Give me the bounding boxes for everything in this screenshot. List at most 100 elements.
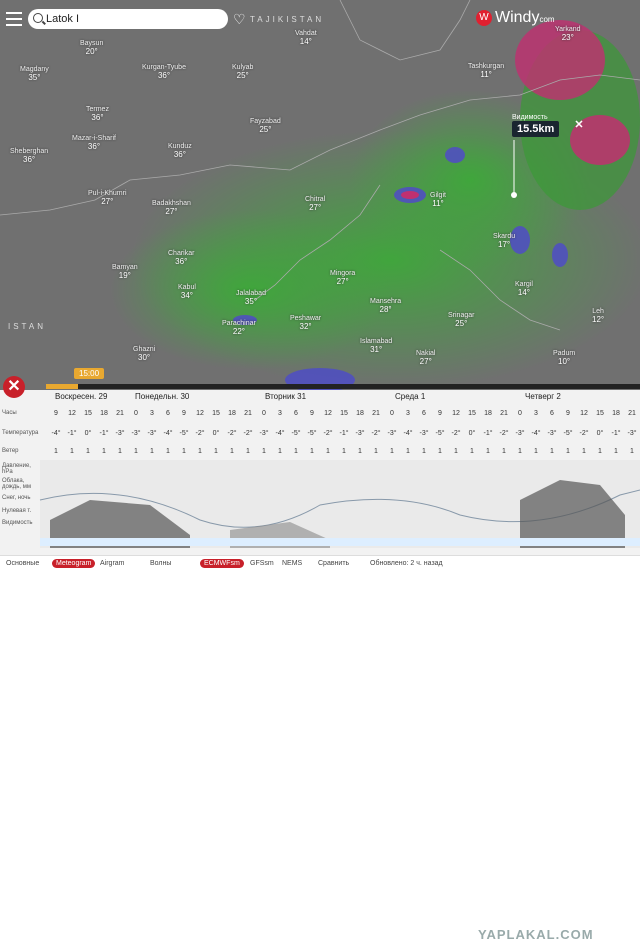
tab-4[interactable]: ECMWFsm <box>200 559 244 568</box>
city-label[interactable]: Tashkurgan 11° <box>468 63 504 79</box>
wind-cell: 1 <box>390 448 394 455</box>
city-label[interactable]: Vahdat 14° <box>295 30 317 46</box>
temperature-cell: -4° <box>403 430 413 437</box>
temperature-cell: -3° <box>115 430 125 437</box>
temperature-cell: -2° <box>195 430 205 437</box>
wind-cell: 1 <box>534 448 538 455</box>
hour-cell: 18 <box>228 410 236 417</box>
city-name: Jalalabad <box>236 290 266 297</box>
wind-cell: 1 <box>310 448 314 455</box>
city-label[interactable]: Yarkand 23° <box>555 26 581 42</box>
city-label[interactable]: Srinagar 25° <box>448 312 474 328</box>
hour-cell: 18 <box>356 410 364 417</box>
city-label[interactable]: Kulyab 25° <box>232 64 253 80</box>
hour-cell: 0 <box>390 410 394 417</box>
city-label[interactable]: Gilgit 11° <box>430 192 446 208</box>
forecast-day[interactable]: Понедельн. 30 <box>135 392 189 401</box>
temperature-cell: -3° <box>259 430 269 437</box>
temperature-cell: -1° <box>611 430 621 437</box>
city-label[interactable]: Ghazni 30° <box>133 346 155 362</box>
city-label[interactable]: Fayzabad 25° <box>250 118 281 134</box>
city-label[interactable]: Sheberghan 36° <box>10 148 48 164</box>
temperature-cell: -4° <box>51 430 61 437</box>
city-label[interactable]: Kunduz 36° <box>168 143 192 159</box>
city-label[interactable]: Mansehra 28° <box>370 298 401 314</box>
city-temperature: 11° <box>480 70 492 79</box>
city-label[interactable]: Skardu 17° <box>493 233 515 249</box>
temperature-cell: 0° <box>212 430 220 437</box>
tab-5[interactable]: GFSsm <box>250 560 274 567</box>
city-temperature: 20° <box>85 47 98 56</box>
city-label[interactable]: Kabul 34° <box>178 284 196 300</box>
city-temperature: 27° <box>309 203 322 212</box>
city-label[interactable]: Chitral 27° <box>305 196 325 212</box>
close-icon[interactable]: ✕ <box>573 119 585 131</box>
city-label[interactable]: Magdany 35° <box>20 66 49 82</box>
hour-cell: 15 <box>468 410 476 417</box>
wind-cell: 1 <box>518 448 522 455</box>
city-label[interactable]: Kurgan-Tyube 36° <box>142 64 186 80</box>
city-name: Kulyab <box>232 64 254 71</box>
city-label[interactable]: Mazar-i-Sharif 36° <box>72 135 116 151</box>
wind-cell: 1 <box>198 448 202 455</box>
city-name: Kabul <box>178 284 196 291</box>
hour-cell: 12 <box>452 410 460 417</box>
city-label[interactable]: Bamyan 19° <box>112 264 138 280</box>
tab-2[interactable]: Airgram <box>100 560 125 567</box>
windy-logo: W Windycom <box>476 9 555 27</box>
city-label[interactable]: Termez 36° <box>86 106 109 122</box>
watermark: YAPLAKAL.COM <box>478 927 594 942</box>
city-label[interactable]: Peshawar 32° <box>290 315 321 331</box>
city-name: Islamabad <box>360 338 393 345</box>
city-name: Baysun <box>80 40 104 47</box>
city-label[interactable]: Badakhshan 27° <box>152 200 191 216</box>
forecast-day[interactable]: Четверг 2 <box>525 392 561 401</box>
city-label[interactable]: Islamabad 31° <box>360 338 392 354</box>
city-label[interactable]: Baysun 20° <box>80 40 103 56</box>
forecast-tabs: Основные Meteogram Airgram Волны ECMWFsm GFSs… <box>0 555 640 574</box>
country-label: ISTAN <box>8 322 46 331</box>
search-input[interactable]: Latok I <box>28 9 228 29</box>
city-label[interactable]: Leh 12° <box>592 308 604 324</box>
wind-cell: 1 <box>614 448 618 455</box>
favorite-icon[interactable]: ♡ <box>233 11 246 28</box>
city-name: Peshawar <box>290 315 322 322</box>
tab-0[interactable]: Основные <box>6 560 39 567</box>
hour-cell: 6 <box>422 410 426 417</box>
city-temperature: 32° <box>299 322 312 331</box>
city-label[interactable]: Pul-i-Khumri 27° <box>88 190 127 206</box>
tab-7[interactable]: Сравнить <box>318 560 349 567</box>
weather-map[interactable]: Latok I ♡ W Windycom TAJIKISTAN ISTAN Bay… <box>0 0 640 390</box>
tab-8[interactable]: Обновлено: 2 ч. назад <box>370 560 443 567</box>
wind-cell: 1 <box>342 448 346 455</box>
forecast-day[interactable]: Вторник 31 <box>265 392 306 401</box>
search-icon <box>33 13 43 23</box>
city-label[interactable]: Padum 10° <box>553 350 575 366</box>
row-label-wind: Ветер <box>2 448 19 454</box>
forecast-day[interactable]: Среда 1 <box>395 392 425 401</box>
city-temperature: 34° <box>180 291 193 300</box>
city-label[interactable]: Charikar 36° <box>168 250 194 266</box>
menu-icon[interactable] <box>6 12 22 30</box>
forecast-day[interactable]: Воскресен. 29 <box>55 392 107 401</box>
close-forecast-icon[interactable]: ✕ <box>3 376 25 398</box>
time-badge[interactable]: 15:00 <box>74 368 105 379</box>
tab-1[interactable]: Meteogram <box>52 559 96 568</box>
city-label[interactable]: Mingora 27° <box>330 270 355 286</box>
temperature-cell: -4° <box>531 430 541 437</box>
row-label-temp: Температура <box>2 430 39 436</box>
city-label[interactable]: Kargil 14° <box>515 281 533 297</box>
timeline-slider[interactable] <box>46 384 640 389</box>
hour-cell: 3 <box>406 410 410 417</box>
city-label[interactable]: Parachinar 22° <box>222 320 256 336</box>
tab-6[interactable]: NEMS <box>282 560 302 567</box>
wind-cell: 1 <box>582 448 586 455</box>
city-name: Ghazni <box>133 346 156 353</box>
tab-3[interactable]: Волны <box>150 560 171 567</box>
city-temperature: 28° <box>379 305 392 314</box>
city-label[interactable]: Jalalabad 35° <box>236 290 266 306</box>
city-label[interactable]: Nakial 27° <box>416 350 435 366</box>
city-temperature: 36° <box>173 150 186 159</box>
city-name: Pul-i-Khumri <box>88 190 127 197</box>
hour-cell: 9 <box>566 410 570 417</box>
